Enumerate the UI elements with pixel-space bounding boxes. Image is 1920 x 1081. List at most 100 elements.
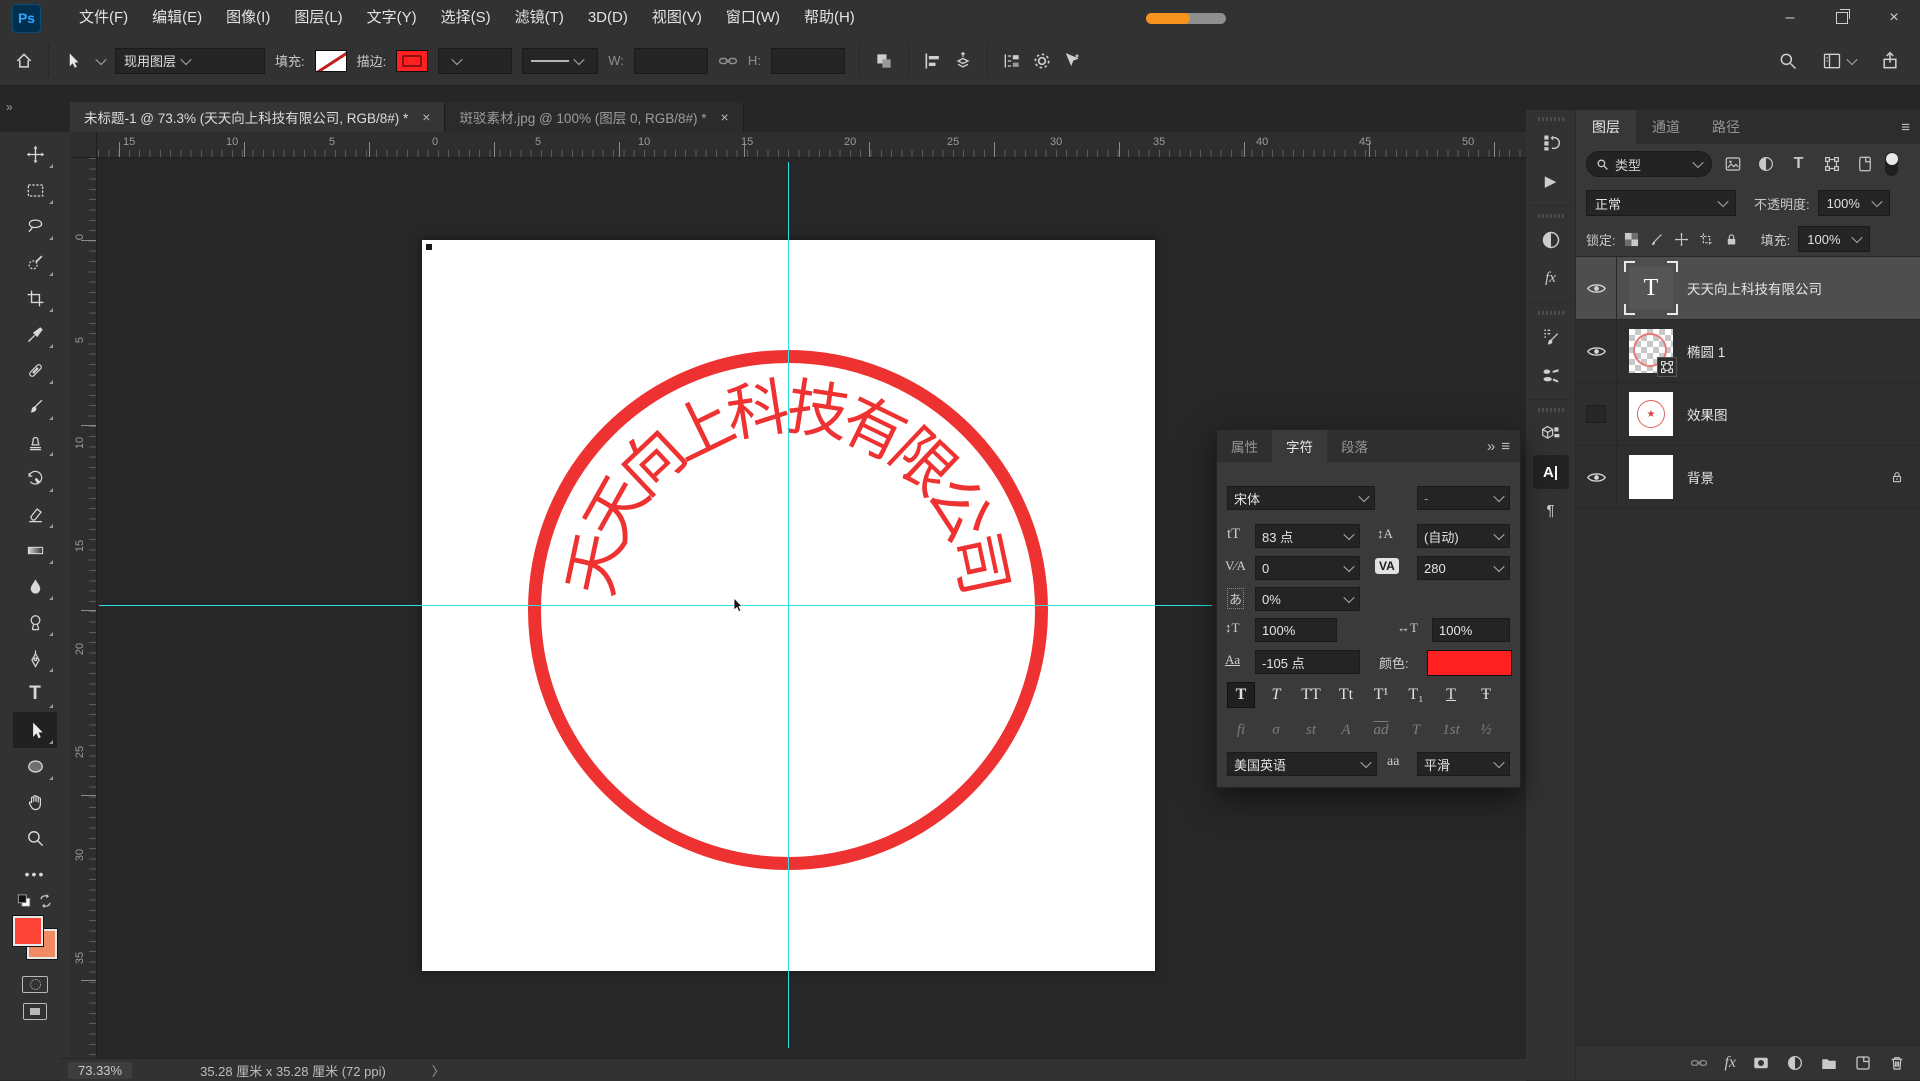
- panel-styles-icon[interactable]: fx: [1533, 261, 1569, 295]
- panel-actions-icon[interactable]: ▶: [1533, 164, 1569, 198]
- delete-layer-icon[interactable]: [1888, 1054, 1906, 1072]
- gear-icon[interactable]: [1032, 51, 1052, 71]
- menu-3d[interactable]: 3D(D): [576, 0, 640, 36]
- fractions-button[interactable]: ½: [1472, 718, 1500, 742]
- fill-swatch[interactable]: [315, 50, 347, 72]
- swash-button[interactable]: A: [1332, 718, 1360, 742]
- workspace-switcher-icon[interactable]: [1822, 51, 1856, 71]
- contextual-alternates-button[interactable]: σ: [1262, 718, 1290, 742]
- link-dimensions-icon[interactable]: [718, 51, 738, 71]
- filter-type-layers-icon[interactable]: T: [1786, 152, 1811, 176]
- faux-bold-button[interactable]: T: [1227, 682, 1255, 708]
- ruler-vertical[interactable]: 05101520253035: [71, 158, 97, 1058]
- ruler-horizontal[interactable]: 1510505101520253035404550: [97, 132, 1526, 158]
- link-layers-icon[interactable]: [1690, 1054, 1708, 1072]
- stroke-width-dropdown[interactable]: [438, 48, 512, 74]
- panel-adjustments-icon[interactable]: [1533, 223, 1569, 257]
- tab-paths[interactable]: 路径: [1696, 110, 1756, 144]
- layer-filter-dropdown[interactable]: 类型: [1586, 151, 1712, 177]
- horizontal-guide[interactable]: [99, 605, 1212, 606]
- path-arrangement-icon[interactable]: [953, 51, 973, 71]
- font-size-dropdown[interactable]: 83 点: [1255, 524, 1360, 548]
- dodge-tool[interactable]: [13, 604, 57, 640]
- lock-transparency-icon[interactable]: [1624, 232, 1639, 247]
- baseline-shift-input[interactable]: -105 点: [1255, 650, 1360, 674]
- brush-tool[interactable]: [13, 388, 57, 424]
- pen-tool[interactable]: [13, 640, 57, 676]
- antialias-dropdown[interactable]: 平滑: [1417, 752, 1510, 776]
- home-icon[interactable]: [14, 51, 34, 71]
- filter-shape-layers-icon[interactable]: [1819, 152, 1844, 176]
- layer-row-effect[interactable]: ★ 效果图: [1576, 383, 1920, 446]
- panel-properties-icon[interactable]: [1533, 417, 1569, 451]
- layer-name[interactable]: 天天向上科技有限公司: [1687, 278, 1822, 298]
- quick-selection-tool[interactable]: [13, 244, 57, 280]
- layer-name[interactable]: 背景: [1687, 467, 1714, 487]
- tab-paragraph[interactable]: 段落: [1327, 430, 1382, 462]
- blur-tool[interactable]: [13, 568, 57, 604]
- lock-position-icon[interactable]: [1674, 232, 1689, 247]
- select-subject-icon[interactable]: [1062, 51, 1082, 71]
- dock-grip[interactable]: [1538, 311, 1564, 315]
- rectangular-marquee-tool[interactable]: [13, 172, 57, 208]
- panel-collapse-icon[interactable]: »: [1487, 438, 1495, 455]
- layer-style-icon[interactable]: fx: [1724, 1054, 1736, 1072]
- tab-character[interactable]: 字符: [1272, 430, 1327, 462]
- visibility-toggle[interactable]: [1576, 257, 1617, 319]
- swap-colors-icon[interactable]: [38, 894, 53, 908]
- lasso-tool[interactable]: [13, 208, 57, 244]
- visibility-toggle[interactable]: [1576, 446, 1617, 508]
- superscript-button[interactable]: T¹: [1367, 682, 1395, 708]
- document-tab-inactive[interactable]: 斑驳素材.jpg @ 100% (图层 0, RGB/8#) * ×: [445, 102, 743, 132]
- tool-preset-chevron-icon[interactable]: [95, 53, 106, 64]
- status-options-chevron[interactable]: 〉: [432, 1061, 445, 1080]
- gradient-tool[interactable]: [13, 532, 57, 568]
- lock-all-icon[interactable]: [1724, 232, 1739, 247]
- filter-pixel-layers-icon[interactable]: [1720, 152, 1745, 176]
- lock-pixels-icon[interactable]: [1649, 232, 1664, 247]
- type-tool[interactable]: T: [13, 676, 57, 712]
- ruler-origin-corner[interactable]: [71, 132, 97, 158]
- filter-smart-objects-icon[interactable]: [1852, 152, 1877, 176]
- collapse-tools-icon[interactable]: »: [0, 86, 70, 114]
- menu-type[interactable]: 文字(Y): [355, 0, 429, 36]
- close-tab-icon[interactable]: ×: [422, 109, 430, 125]
- tab-properties[interactable]: 属性: [1217, 430, 1272, 462]
- strikethrough-button[interactable]: Ŧ: [1472, 682, 1500, 708]
- language-dropdown[interactable]: 美国英语: [1227, 752, 1377, 776]
- path-selection-tool[interactable]: [13, 712, 57, 748]
- close-tab-icon[interactable]: ×: [720, 109, 728, 125]
- document-tab-active[interactable]: 未标题-1 @ 73.3% (天天向上科技有限公司, RGB/8#) * ×: [70, 102, 445, 132]
- menu-edit[interactable]: 编辑(E): [140, 0, 214, 36]
- small-caps-button[interactable]: Tt: [1332, 682, 1360, 708]
- dock-grip[interactable]: [1538, 214, 1564, 218]
- eyedropper-tool[interactable]: [13, 316, 57, 352]
- visibility-toggle[interactable]: [1576, 383, 1617, 445]
- path-operations-icon[interactable]: [874, 51, 894, 71]
- underline-button[interactable]: T: [1437, 682, 1465, 708]
- menu-file[interactable]: 文件(F): [67, 0, 140, 36]
- layer-fill-dropdown[interactable]: 100%: [1798, 226, 1870, 252]
- layer-thumbnail-image[interactable]: ★: [1629, 392, 1673, 436]
- visibility-toggle[interactable]: [1576, 320, 1617, 382]
- subscript-button[interactable]: T₁: [1402, 682, 1430, 708]
- filter-toggle-switch[interactable]: [1885, 152, 1898, 176]
- menu-select[interactable]: 选择(S): [429, 0, 503, 36]
- quick-mask-button[interactable]: [22, 976, 48, 993]
- eraser-tool[interactable]: [13, 496, 57, 532]
- close-button[interactable]: ×: [1868, 0, 1920, 36]
- all-caps-button[interactable]: TT: [1297, 682, 1325, 708]
- screen-mode-button[interactable]: [23, 1003, 47, 1020]
- zoom-tool[interactable]: [13, 820, 57, 856]
- font-style-dropdown[interactable]: -: [1417, 486, 1510, 510]
- spot-healing-brush-tool[interactable]: [13, 352, 57, 388]
- constrain-options-icon[interactable]: [1002, 51, 1022, 71]
- layer-thumbnail-background[interactable]: [1629, 455, 1673, 499]
- add-mask-icon[interactable]: [1752, 1054, 1770, 1072]
- crop-tool[interactable]: [13, 280, 57, 316]
- layer-row-ellipse[interactable]: 椭圆 1: [1576, 320, 1920, 383]
- default-colors-icon[interactable]: [17, 894, 32, 908]
- font-family-dropdown[interactable]: 宋体: [1227, 486, 1375, 510]
- menu-image[interactable]: 图像(I): [214, 0, 282, 36]
- move-tool[interactable]: [13, 136, 57, 172]
